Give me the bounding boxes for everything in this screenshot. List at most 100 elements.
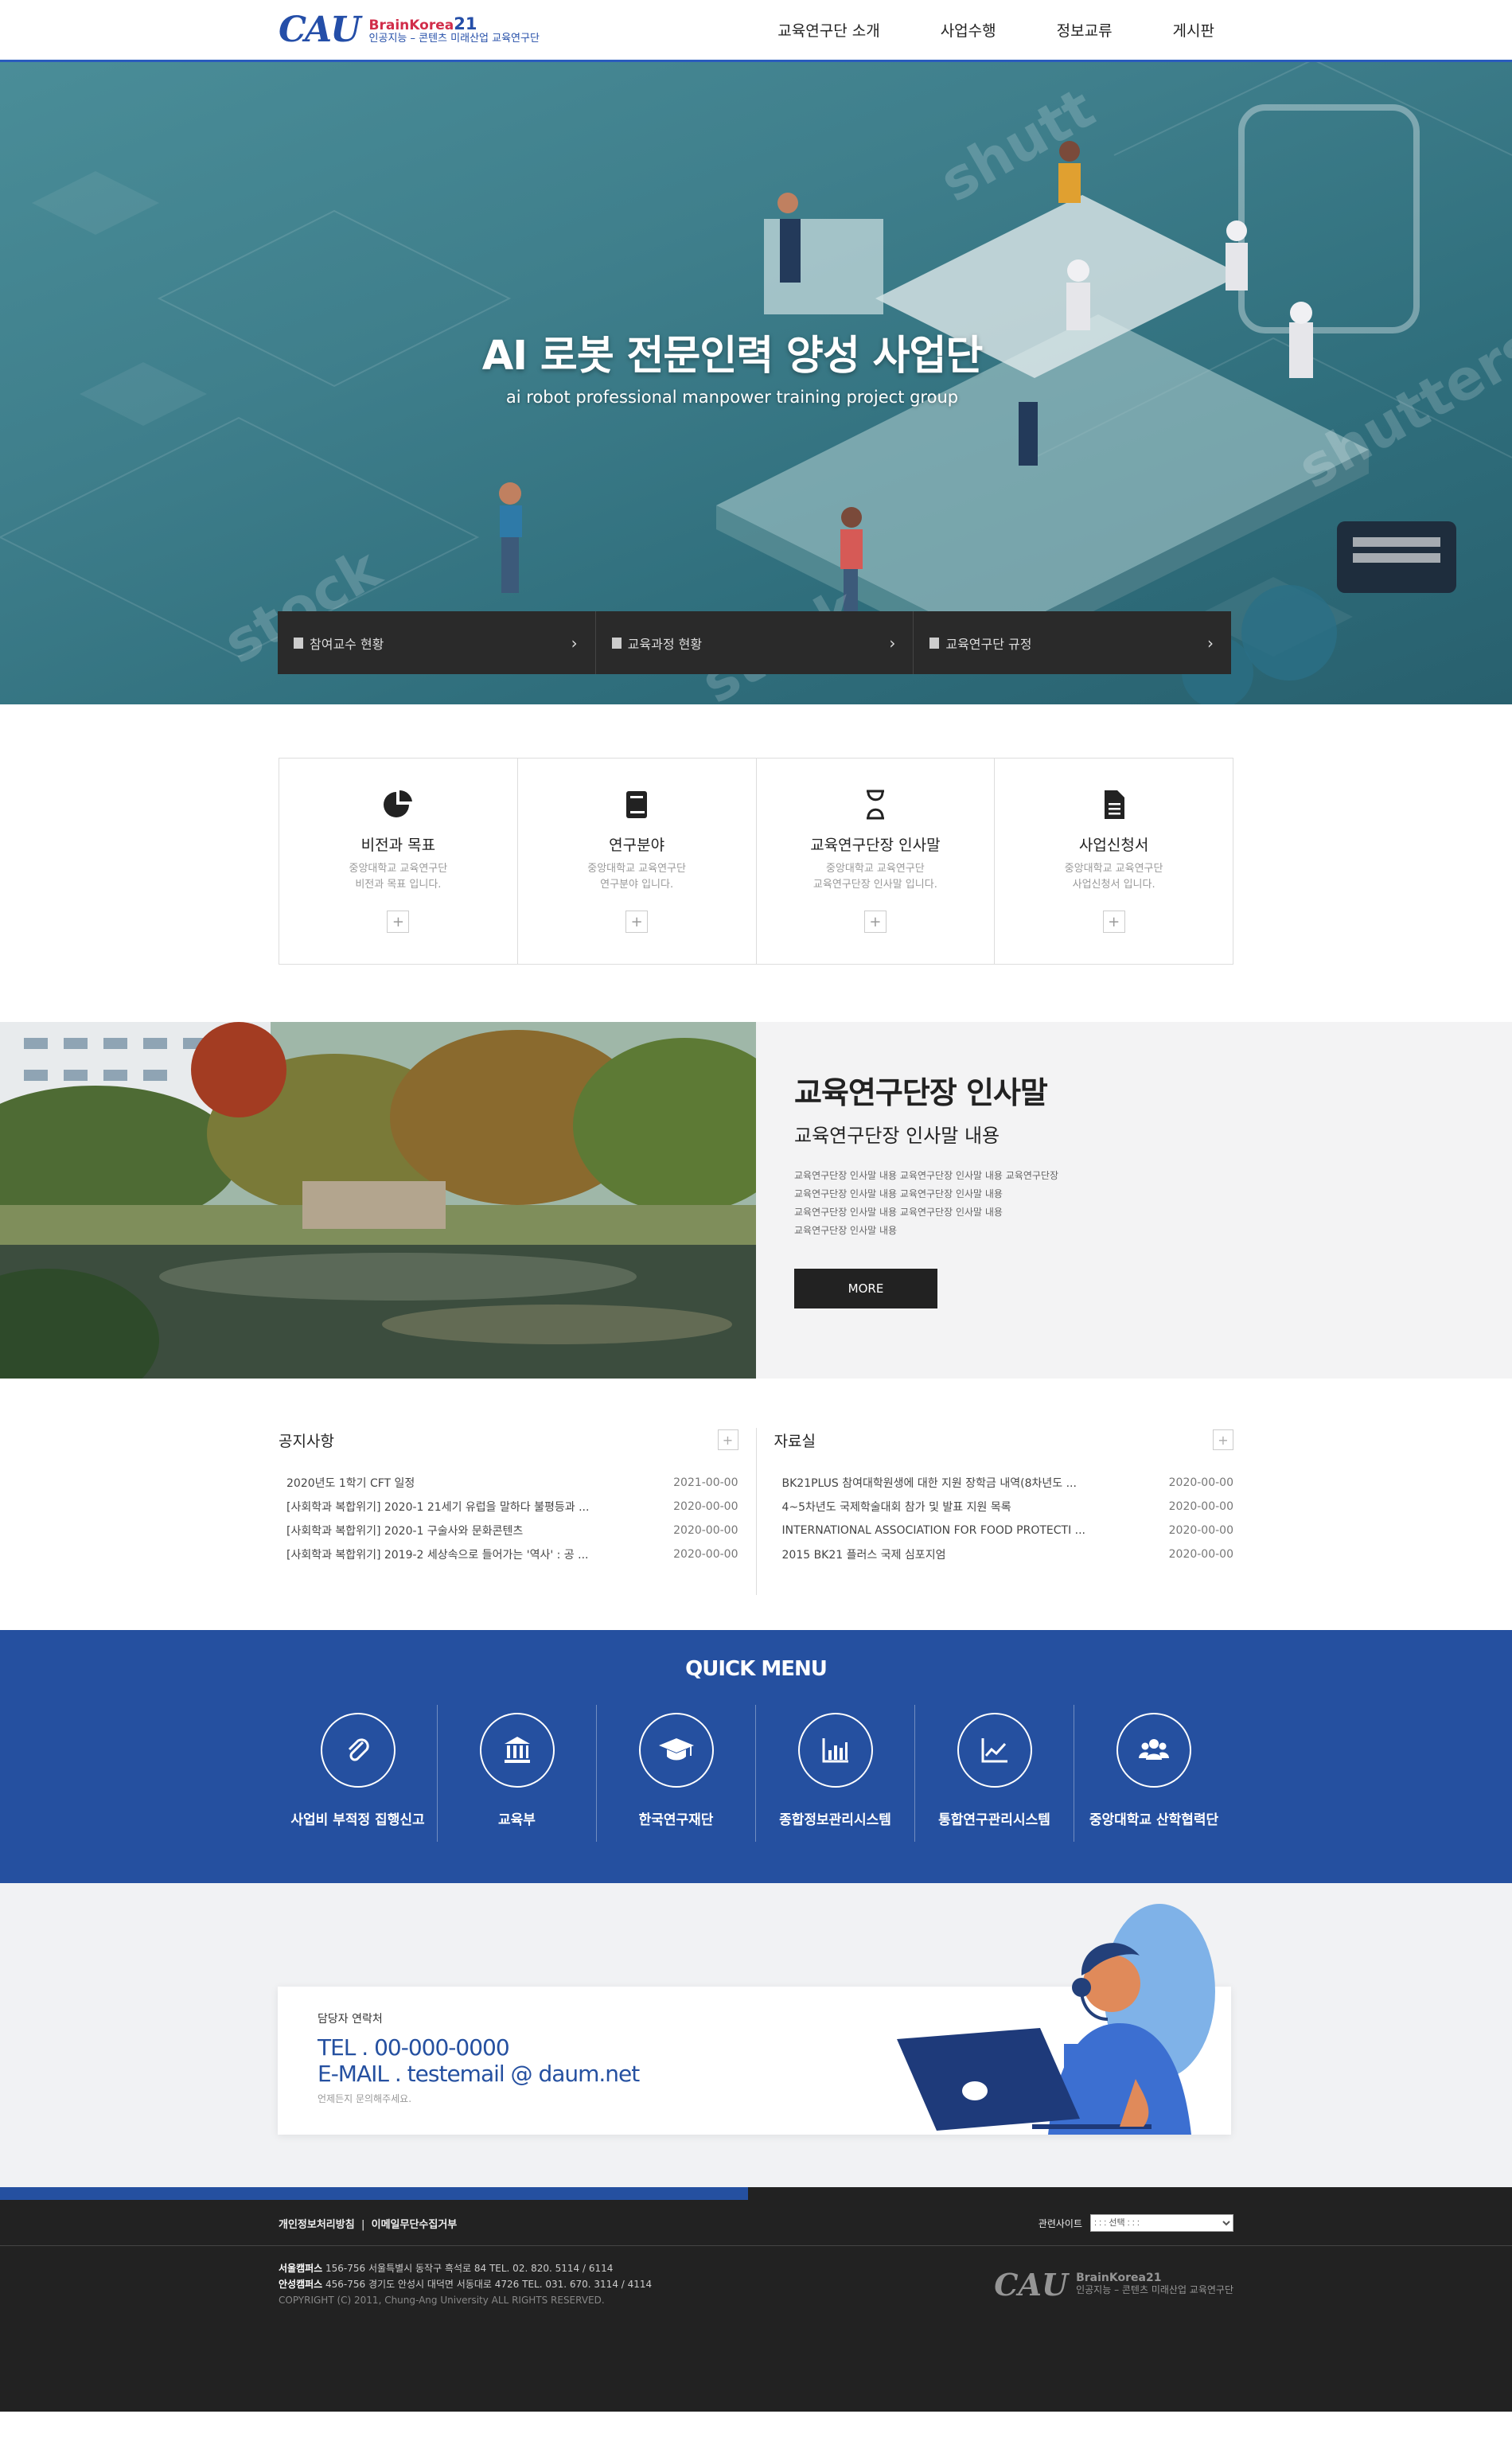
link-curriculum[interactable]: 교육과정 현황 › (596, 611, 914, 674)
pencil-icon (929, 637, 940, 649)
box-vision[interactable]: 비전과 목표 중앙대학교 교육연구단비전과 목표 입니다. + (279, 759, 518, 964)
institution-icon (504, 1737, 530, 1763)
quick-item-label: 교육부 (498, 1812, 536, 1828)
nav-intro[interactable]: 교육연구단 소개 (777, 19, 879, 41)
message-title: 교육연구단장 인사말 (794, 1075, 1048, 1110)
boards-section: 공지사항 + 2020년도 1학기 CFT 일정 2021-00-00 [사회학과… (279, 1428, 1233, 1595)
anseong-campus-address: 456-756 경기도 안성시 대덕면 서동대로 4726 TEL. 031. … (325, 2279, 653, 2290)
box-application[interactable]: 사업신청서 중앙대학교 교육연구단사업신청서 입니다. + (995, 759, 1233, 964)
box-greeting[interactable]: 교육연구단장 인사말 중앙대학교 교육연구단 교육연구단장 인사말 입니다. + (757, 759, 996, 964)
privacy-policy-link[interactable]: 개인정보처리방침 (279, 2219, 355, 2231)
message-line: 교육연구단장 인사말 내용 교육연구단장 인사말 내용 교육연구단장 (794, 1170, 1059, 1181)
bar-chart-icon (822, 1738, 848, 1763)
site-logo[interactable]: CAU BrainKorea21 인공지능 – 콘텐츠 미래산업 교육연구단 (279, 10, 565, 50)
archive-item-date: 2020-00-00 (1168, 1476, 1233, 1489)
box-vision-line2: 비전과 목표 입니다. (355, 879, 442, 891)
list-item[interactable]: [사회학과 복합위기] 2020-1 21세기 유럽을 말하다 불평등과 ...… (279, 1495, 738, 1519)
box-research-line2: 연구분야 입니다. (600, 879, 674, 891)
quick-menu: QUICK MENU 사업비 부적정 집행신고 교육부 한국연구재단 종합정보관… (0, 1630, 1512, 1883)
box-greeting-title: 교육연구단장 인사말 (810, 837, 941, 854)
quick-item-info-system[interactable]: 종합정보관리시스템 (756, 1705, 915, 1842)
link-professors[interactable]: 참여교수 현황 › (278, 611, 596, 674)
plus-icon[interactable]: + (387, 911, 410, 933)
email-policy-link[interactable]: 이메일무단수집거부 (372, 2219, 458, 2231)
hero-links-bar: 참여교수 현황 › 교육과정 현황 › 교육연구단 규정 › (278, 611, 1231, 674)
message-line: 교육연구단장 인사말 내용 (794, 1225, 898, 1236)
info-boxes: 비전과 목표 중앙대학교 교육연구단 비전과 목표 입니다. + 연구분야 중앙대… (279, 758, 1233, 965)
quick-item-label: 통합연구관리시스템 (938, 1812, 1050, 1828)
footer-brand-sub: 인공지능 – 콘텐츠 미래산업 교육연구단 (1076, 2284, 1233, 2295)
message-line: 교육연구단장 인사말 내용 교육연구단장 인사말 내용 (794, 1207, 1003, 1218)
message-subtitle: 교육연구단장 인사말 내용 (794, 1125, 1000, 1147)
quick-item-moe[interactable]: 교육부 (438, 1705, 597, 1842)
quick-item-label: 중앙대학교 산학협력단 (1089, 1812, 1219, 1828)
copy-icon (611, 637, 622, 649)
notice-item-title: [사회학과 복합위기] 2020-1 21세기 유럽을 말하다 불평등과 ... (286, 1501, 590, 1514)
list-item[interactable]: [사회학과 복합위기] 2020-1 구술사와 문화콘텐츠 2020-00-00 (279, 1519, 738, 1542)
quick-menu-title: QUICK MENU (685, 1657, 828, 1681)
box-research[interactable]: 연구분야 중앙대학교 교육연구단 연구분야 입니다. + (518, 759, 757, 964)
notice-item-title: [사회학과 복합위기] 2019-2 세상속으로 들어가는 '역사' : 공 .… (286, 1549, 589, 1562)
list-item[interactable]: 2020년도 1학기 CFT 일정 2021-00-00 (279, 1471, 738, 1495)
anseong-campus-label: 안성캠퍼스 (279, 2279, 323, 2290)
notice-item-date: 2021-00-00 (673, 1476, 738, 1489)
copyright: COPYRIGHT (C) 2011, Chung-Ang University… (279, 2295, 605, 2306)
notice-more-plus-icon[interactable]: + (717, 1429, 738, 1450)
plus-icon[interactable]: + (625, 911, 649, 933)
plus-icon[interactable]: + (1102, 911, 1125, 933)
message-line: 교육연구단장 인사말 내용 교육연구단장 인사말 내용 (794, 1188, 1003, 1199)
archive-more-plus-icon[interactable]: + (1213, 1429, 1233, 1450)
box-application-line2: 사업신청서 입니다. (1072, 879, 1155, 891)
quick-item-cooperation[interactable]: 중앙대학교 산학협력단 (1074, 1705, 1233, 1842)
link-regulations-label: 교육연구단 규정 (945, 636, 1032, 652)
contact-section: 담당자 연락처 TEL . 00-000-0000 E-MAIL . teste… (0, 1883, 1512, 2187)
list-item[interactable]: BK21PLUS 참여대학원생에 대한 지원 장학금 내역(8차년도 ... 20… (774, 1471, 1234, 1495)
related-sites-label: 관련사이트 (1038, 2217, 1082, 2229)
box-application-title: 사업신청서 (1078, 837, 1149, 854)
box-application-line1: 중앙대학교 교육연구단 (1064, 863, 1163, 875)
related-sites-select[interactable]: : : : 선택 : : : (1090, 2214, 1233, 2232)
quick-item-report[interactable]: 사업비 부적정 집행신고 (279, 1705, 438, 1842)
more-button[interactable]: MORE (794, 1269, 937, 1308)
quick-item-label: 한국연구재단 (638, 1812, 714, 1828)
link-regulations[interactable]: 교육연구단 규정 › (914, 611, 1231, 674)
list-item[interactable]: INTERNATIONAL ASSOCIATION FOR FOOD PROTE… (774, 1519, 1234, 1542)
nav-board[interactable]: 게시판 (1173, 19, 1214, 41)
archive-board: 자료실 + BK21PLUS 참여대학원생에 대한 지원 장학금 내역(8차년도… (757, 1428, 1234, 1595)
main-nav: 교육연구단 소개 사업수행 정보교류 게시판 (777, 19, 1214, 41)
nav-business[interactable]: 사업수행 (941, 19, 996, 41)
support-agent-illustration (897, 1904, 1215, 2135)
quick-item-research-system[interactable]: 통합연구관리시스템 (915, 1705, 1074, 1842)
notice-board: 공지사항 + 2020년도 1학기 CFT 일정 2021-00-00 [사회학과… (279, 1428, 757, 1595)
archive-item-date: 2020-00-00 (1168, 1548, 1233, 1561)
footer-cau-logo: CAU (994, 2266, 1069, 2303)
footer-address: 서울캠퍼스 156-756 서울특별시 동작구 흑석로 84 TEL. 02. … (279, 2260, 652, 2308)
footer-brand: BrainKorea21 (1076, 2272, 1162, 2284)
seoul-campus-label: 서울캠퍼스 (279, 2263, 323, 2274)
list-item[interactable]: 4~5차년도 국제학술대회 참가 및 발표 지원 목록 2020-00-00 (774, 1495, 1234, 1519)
graduation-cap-icon (658, 1738, 694, 1761)
archive-item-title: 2015 BK21 플러스 국제 심포지엄 (781, 1549, 946, 1562)
list-item[interactable]: 2015 BK21 플러스 국제 심포지엄 2020-00-00 (774, 1542, 1234, 1566)
box-research-line1: 중앙대학교 교육연구단 (587, 863, 686, 875)
footer-logo: CAU BrainKorea21 인공지능 – 콘텐츠 미래산업 교육연구단 (994, 2260, 1233, 2308)
director-message-section: 교육연구단장 인사말 교육연구단장 인사말 내용 교육연구단장 인사말 내용 교… (0, 1022, 1512, 1379)
quick-item-label: 종합정보관리시스템 (779, 1812, 891, 1828)
pie-chart-icon (384, 790, 413, 817)
plus-icon[interactable]: + (863, 911, 887, 933)
notice-item-date: 2020-00-00 (673, 1548, 738, 1561)
box-vision-title: 비전과 목표 (360, 837, 436, 854)
logo-subtitle: 인공지능 – 콘텐츠 미래산업 교육연구단 (368, 32, 540, 45)
list-item[interactable]: [사회학과 복합위기] 2019-2 세상속으로 들어가는 '역사' : 공 .… (279, 1542, 738, 1566)
box-vision-line1: 중앙대학교 교육연구단 (349, 863, 448, 875)
cau-logo-text: CAU (279, 10, 361, 50)
hourglass-icon (866, 790, 884, 820)
archive-item-title: INTERNATIONAL ASSOCIATION FOR FOOD PROTE… (781, 1524, 1086, 1537)
link-curriculum-label: 교육과정 현황 (627, 636, 703, 652)
box-greeting-line2: 교육연구단장 인사말 입니다. (813, 879, 937, 891)
chevron-right-icon: › (1207, 633, 1214, 653)
nav-exchange[interactable]: 정보교류 (1057, 19, 1113, 41)
quick-item-nrf[interactable]: 한국연구재단 (597, 1705, 756, 1842)
users-icon (1139, 1739, 1169, 1760)
brainkorea-number: 21 (454, 14, 477, 33)
